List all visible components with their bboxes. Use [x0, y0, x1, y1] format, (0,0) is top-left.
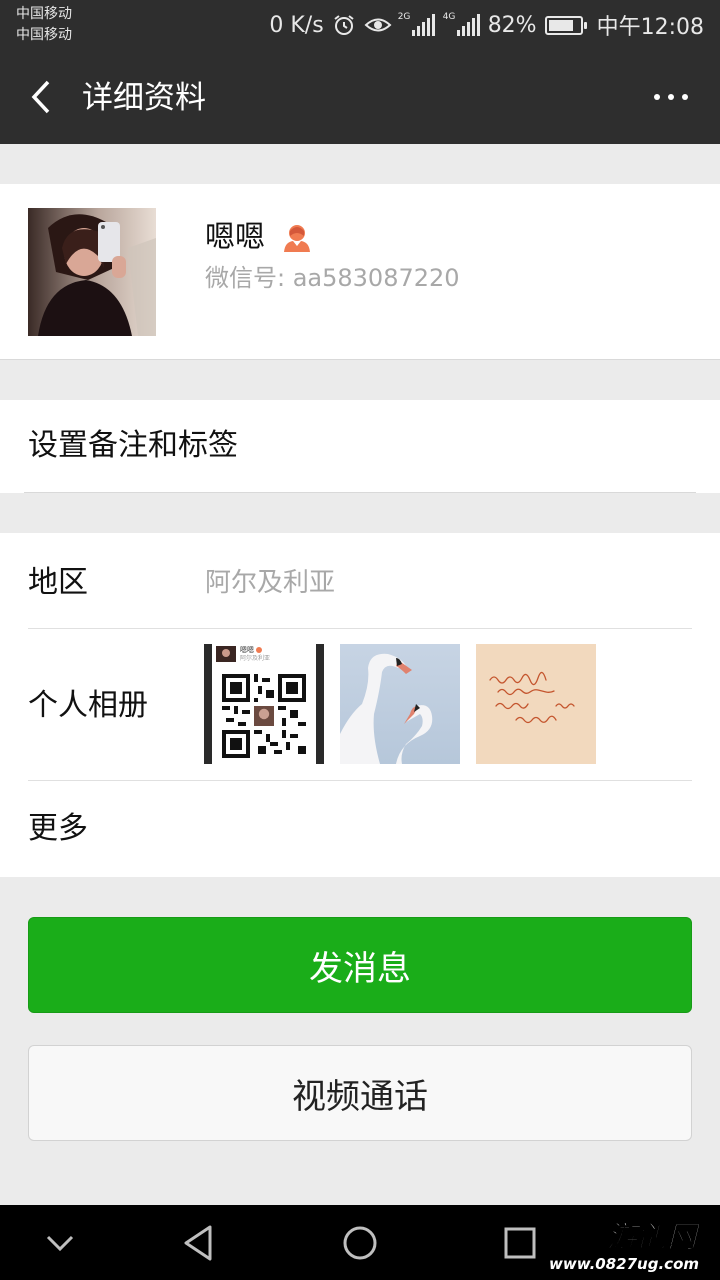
- info-group: 地区 阿尔及利亚 个人相册 嗯嗯 阿尔及利亚 更多: [0, 533, 720, 877]
- qr-photo-region: 阿尔及利亚: [240, 655, 271, 662]
- nickname-row: 嗯嗯: [205, 218, 313, 258]
- watermark-logo: 游鸽网 www.0827ug.com: [549, 1220, 701, 1274]
- profile-card[interactable]: 嗯嗯 微信号: aa583087220: [0, 184, 720, 360]
- chevron-left-icon: [31, 80, 50, 114]
- signal-2-tag: 4G: [442, 12, 456, 22]
- watermark-name: 游鸽网: [607, 1220, 701, 1255]
- avatar[interactable]: [28, 208, 156, 336]
- female-user-icon: [284, 225, 310, 252]
- swans-photo[interactable]: [340, 644, 460, 764]
- more-label[interactable]: 更多: [28, 809, 88, 849]
- qr-code-photo[interactable]: 嗯嗯 阿尔及利亚: [204, 644, 324, 764]
- more-button[interactable]: [644, 80, 698, 114]
- chevron-down-icon[interactable]: [36, 1219, 84, 1267]
- system-nav-bar: 游鸽网 www.0827ug.com: [0, 1205, 720, 1280]
- page-title: 详细资料: [82, 80, 206, 116]
- set-remark-and-tags-cell[interactable]: 设置备注和标签: [0, 400, 720, 493]
- more-dots-icon: [654, 94, 660, 100]
- status-bar: 中国移动 中国移动 0 K/s 2G 4G 82% 中午12:08: [0, 0, 720, 50]
- carrier-2: 中国移动: [16, 27, 72, 43]
- battery-icon: [544, 15, 587, 35]
- divider: [24, 492, 696, 493]
- album-label: 个人相册: [28, 688, 148, 723]
- title-bar: 详细资料: [0, 50, 720, 144]
- signal-icon: 2G: [398, 12, 435, 36]
- signal-icon: 4G: [443, 12, 480, 36]
- album-photos[interactable]: 嗯嗯 阿尔及利亚: [204, 644, 596, 764]
- video-call-button[interactable]: 视频通话: [28, 1045, 692, 1141]
- carrier-1: 中国移动: [16, 6, 72, 22]
- region-value: 阿尔及利亚: [205, 568, 336, 598]
- remark-label: 设置备注和标签: [28, 428, 238, 463]
- divider: [28, 628, 692, 629]
- home-circle-icon[interactable]: [336, 1219, 384, 1267]
- alarm-icon: [334, 15, 354, 35]
- handwriting-photo[interactable]: [476, 644, 596, 764]
- signal-1-tag: 2G: [397, 12, 411, 22]
- nickname: 嗯嗯: [205, 220, 265, 255]
- wechat-id: 微信号: aa583087220: [205, 264, 460, 292]
- qr-photo-name: 嗯嗯: [240, 646, 254, 654]
- back-button[interactable]: [18, 72, 68, 122]
- eye-icon: [364, 18, 392, 32]
- region-label: 地区: [28, 565, 88, 600]
- qr-code-icon: [222, 674, 306, 758]
- battery-fill: [548, 19, 574, 31]
- battery-percent: 82%: [487, 12, 537, 38]
- female-user-icon: [256, 647, 262, 653]
- carrier-names: 中国移动 中国移动: [16, 4, 72, 46]
- status-indicators: 0 K/s 2G 4G 82% 中午12:08: [269, 0, 704, 50]
- net-speed: 0 K/s: [269, 12, 324, 38]
- back-triangle-icon[interactable]: [176, 1219, 224, 1267]
- watermark-url: www.0827ug.com: [549, 1255, 699, 1273]
- divider: [28, 780, 692, 781]
- send-message-button[interactable]: 发消息: [28, 917, 692, 1013]
- clock: 中午12:08: [596, 15, 704, 40]
